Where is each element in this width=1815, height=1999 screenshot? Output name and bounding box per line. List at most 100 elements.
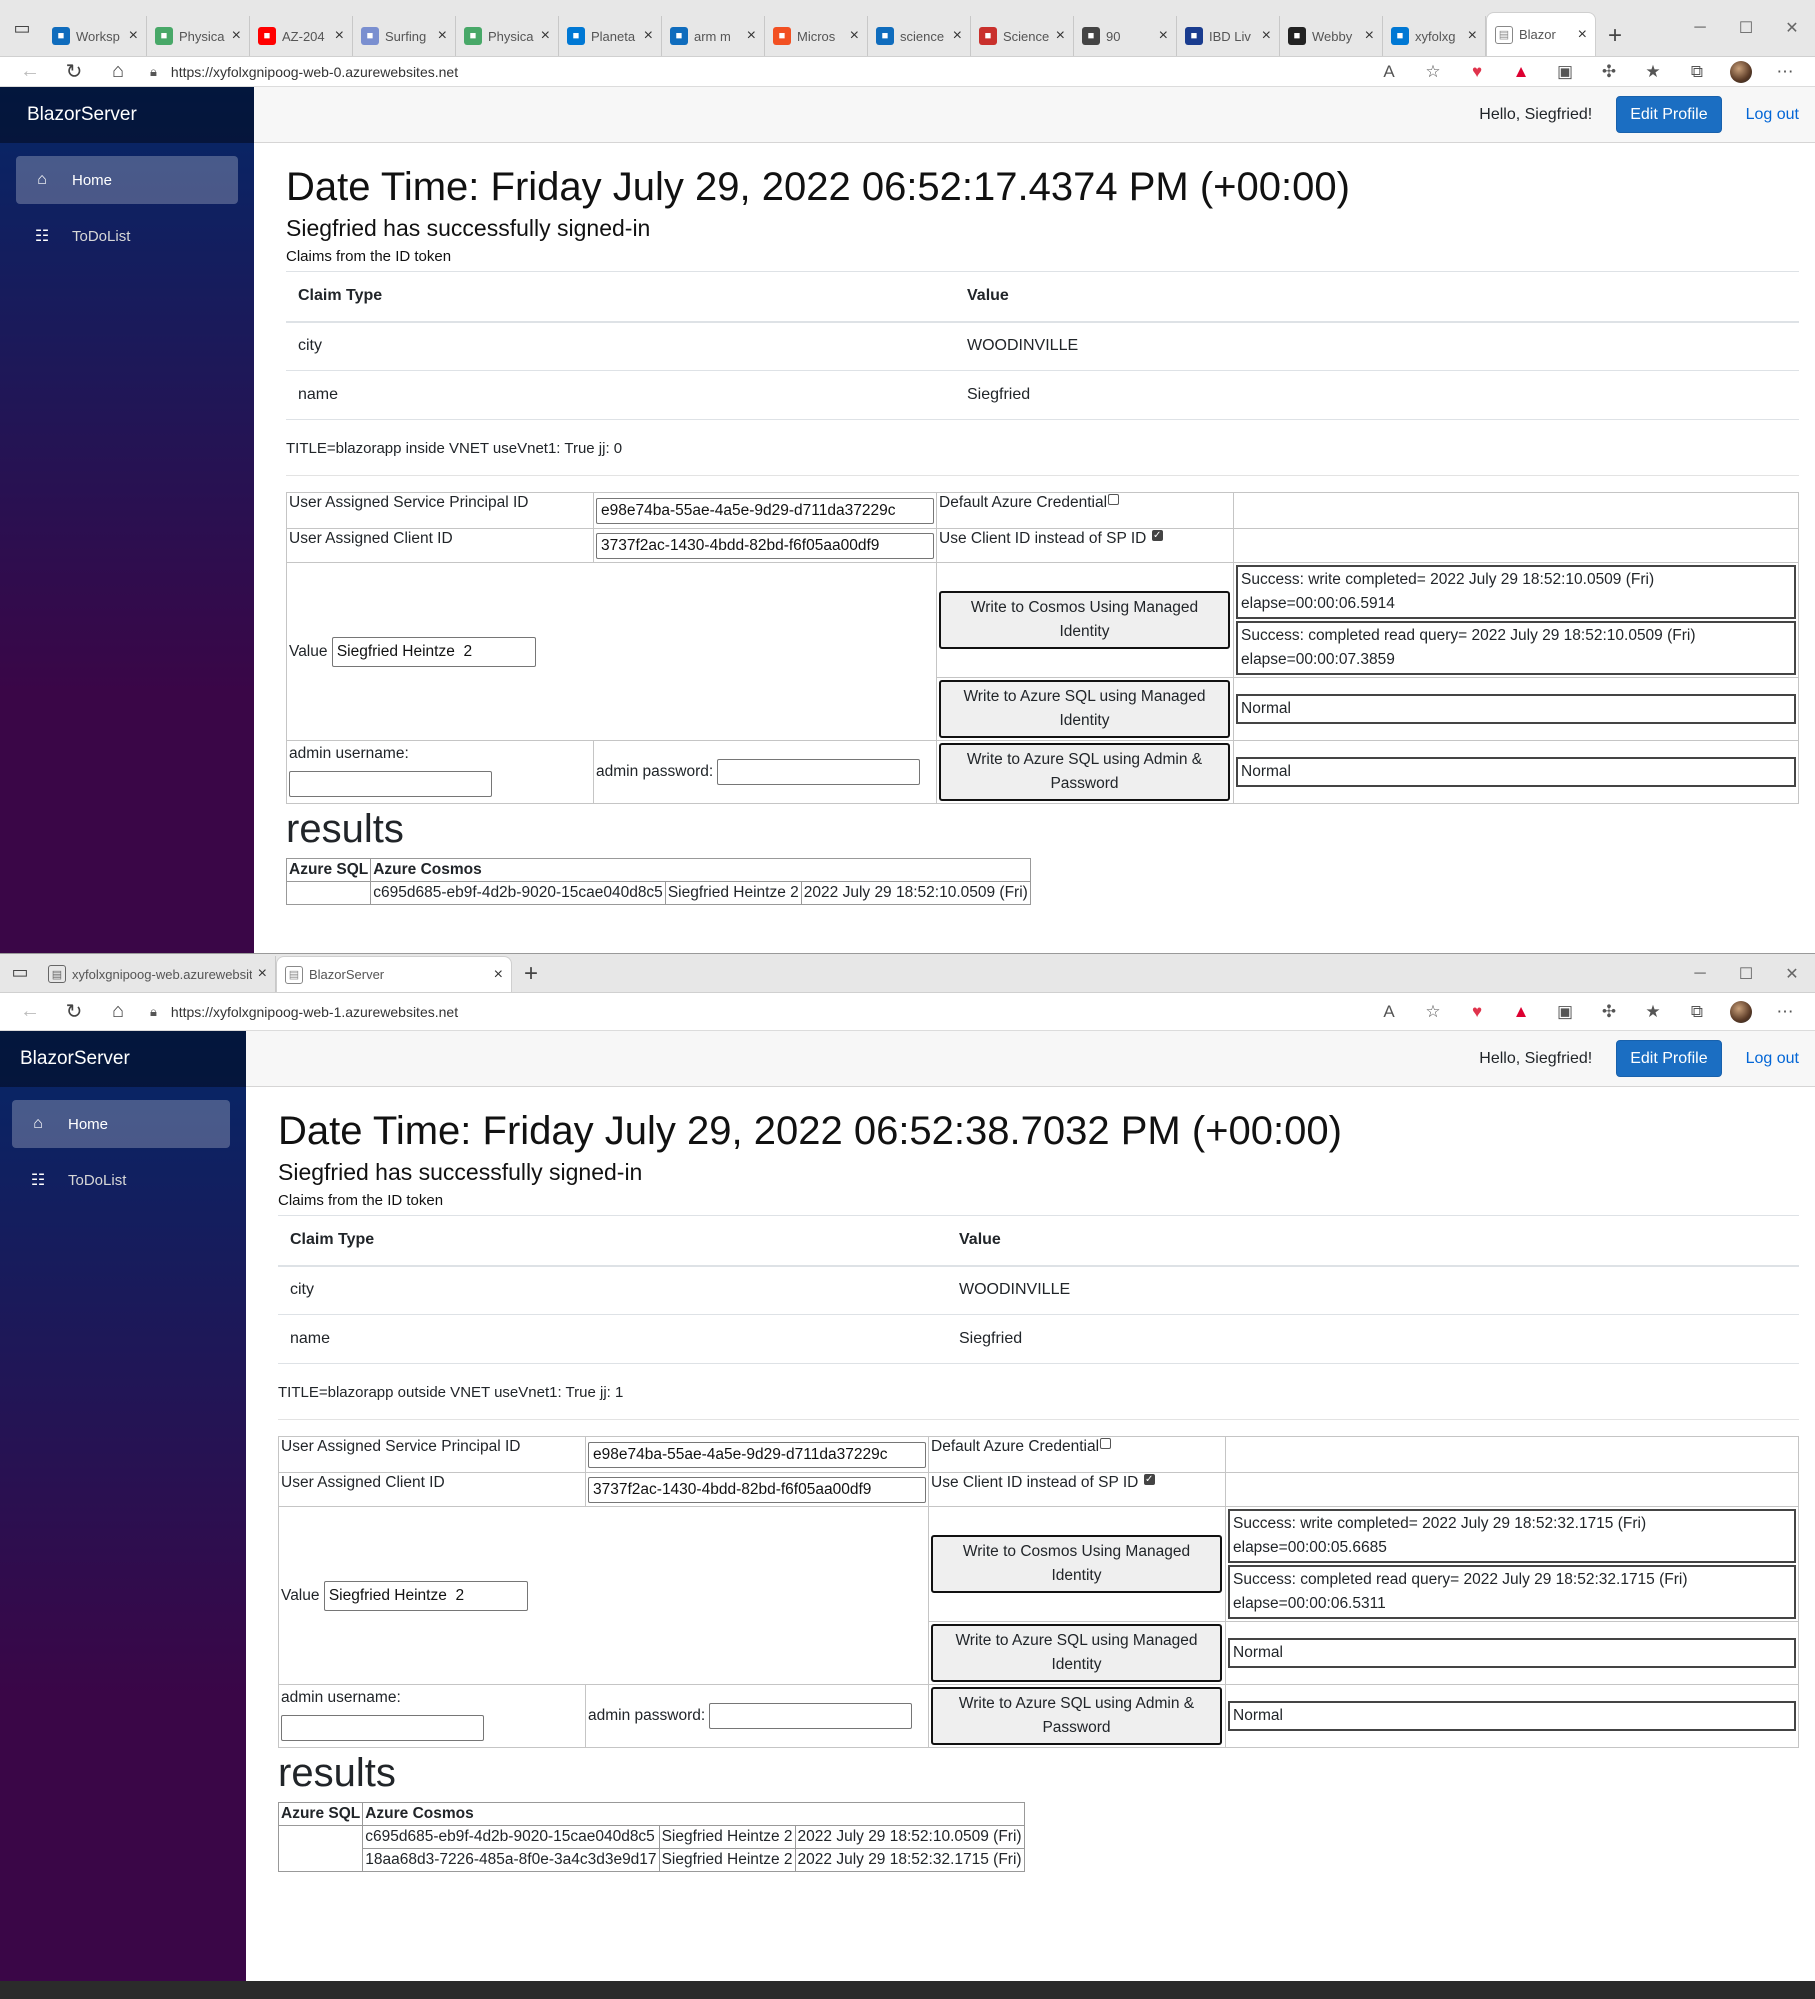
- tab-actions-icon[interactable]: ▭: [0, 954, 40, 992]
- nav-home[interactable]: ⌂ Home: [12, 1100, 230, 1148]
- extension-icon[interactable]: ▣: [1543, 62, 1587, 82]
- avatar[interactable]: [1730, 60, 1752, 83]
- refresh-icon[interactable]: ↻: [52, 59, 96, 84]
- admin-password-input[interactable]: [717, 759, 921, 785]
- favorites-icon[interactable]: ★: [1631, 62, 1675, 82]
- tab[interactable]: ■ Physica ×: [147, 16, 250, 56]
- close-window-icon[interactable]: ✕: [1769, 954, 1815, 993]
- close-tab-icon[interactable]: ×: [1365, 27, 1374, 45]
- default-credential-checkbox[interactable]: [1108, 494, 1120, 505]
- tab-actions-icon[interactable]: ▭: [0, 0, 44, 56]
- close-tab-icon[interactable]: ×: [1262, 27, 1271, 45]
- read-aloud-icon[interactable]: A: [1367, 1002, 1411, 1022]
- angular-icon[interactable]: ▲: [1499, 1002, 1543, 1022]
- close-tab-icon[interactable]: ×: [644, 27, 653, 45]
- logout-link[interactable]: Log out: [1746, 106, 1799, 124]
- close-tab-icon[interactable]: ×: [335, 27, 344, 45]
- logout-link[interactable]: Log out: [1746, 1050, 1799, 1068]
- sp-input[interactable]: [596, 497, 934, 524]
- close-tab-icon[interactable]: ×: [1468, 27, 1477, 45]
- tab[interactable]: ■ Surfing ×: [353, 16, 456, 56]
- tab[interactable]: ■ Physica ×: [456, 16, 559, 56]
- pocket-icon[interactable]: ♥: [1455, 62, 1499, 82]
- pocket-icon[interactable]: ♥: [1455, 1002, 1499, 1022]
- close-tab-icon[interactable]: ×: [850, 27, 859, 45]
- close-tab-icon[interactable]: ×: [129, 27, 138, 45]
- collections-icon[interactable]: ⧉: [1675, 62, 1719, 82]
- favorite-icon[interactable]: ☆: [1411, 1002, 1455, 1022]
- brand[interactable]: BlazorServer: [0, 87, 254, 143]
- avatar[interactable]: [1730, 1000, 1752, 1023]
- new-tab-icon[interactable]: +: [1596, 16, 1634, 56]
- back-icon[interactable]: ←: [8, 1000, 52, 1023]
- home-icon[interactable]: ⌂: [96, 1000, 140, 1023]
- maximize-icon[interactable]: ☐: [1723, 954, 1769, 993]
- favorites-icon[interactable]: ★: [1631, 1002, 1675, 1022]
- edit-profile-button[interactable]: Edit Profile: [1616, 1040, 1722, 1077]
- brand[interactable]: BlazorServer: [0, 1031, 246, 1087]
- url-field[interactable]: 🔒︎ https://xyfolxgnipoog-web-0.azurewebs…: [140, 64, 1367, 80]
- tab[interactable]: ■ Micros ×: [765, 16, 868, 56]
- value-input[interactable]: [323, 1580, 528, 1611]
- tab-active[interactable]: ▤ BlazorServer ×: [276, 956, 512, 992]
- read-aloud-icon[interactable]: A: [1367, 62, 1411, 82]
- nav-todolist[interactable]: ☷ ToDoList: [16, 212, 238, 260]
- close-tab-icon[interactable]: ×: [258, 965, 267, 983]
- close-tab-icon[interactable]: ×: [1578, 26, 1587, 44]
- tab-active[interactable]: ▤ Blazor ×: [1486, 12, 1596, 56]
- use-client-id-checkbox[interactable]: ✓: [1151, 530, 1163, 541]
- extensions-icon[interactable]: ✣: [1587, 1002, 1631, 1022]
- default-credential-checkbox[interactable]: [1100, 1438, 1112, 1449]
- tab[interactable]: ■ arm m ×: [662, 16, 765, 56]
- admin-password-input[interactable]: [709, 1703, 913, 1729]
- minimize-icon[interactable]: ─: [1677, 0, 1723, 56]
- angular-icon[interactable]: ▲: [1499, 62, 1543, 82]
- more-icon[interactable]: ⋯: [1763, 62, 1807, 82]
- close-tab-icon[interactable]: ×: [438, 27, 447, 45]
- write-sql-admin-button[interactable]: Write to Azure SQL using Admin & Passwor…: [931, 1687, 1222, 1745]
- use-client-id-checkbox[interactable]: ✓: [1143, 1474, 1155, 1485]
- refresh-icon[interactable]: ↻: [52, 999, 96, 1024]
- admin-username-input[interactable]: [289, 771, 492, 797]
- edit-profile-button[interactable]: Edit Profile: [1616, 96, 1722, 133]
- tab[interactable]: ■ Science ×: [971, 16, 1074, 56]
- nav-todolist[interactable]: ☷ ToDoList: [12, 1156, 230, 1204]
- url-field[interactable]: 🔒︎ https://xyfolxgnipoog-web-1.azurewebs…: [140, 1004, 1367, 1020]
- minimize-icon[interactable]: ─: [1677, 954, 1723, 993]
- client-id-input[interactable]: [596, 532, 934, 559]
- write-cosmos-button[interactable]: Write to Cosmos Using Managed Identity: [939, 591, 1230, 649]
- value-input[interactable]: [331, 636, 536, 667]
- tab[interactable]: ▤ xyfolxgnipoog-web.azurewebsite ×: [40, 956, 276, 992]
- client-id-input[interactable]: [588, 1476, 926, 1503]
- sp-input[interactable]: [588, 1441, 926, 1468]
- close-tab-icon[interactable]: ×: [541, 27, 550, 45]
- close-tab-icon[interactable]: ×: [494, 966, 503, 984]
- new-tab-icon[interactable]: +: [512, 956, 550, 992]
- more-icon[interactable]: ⋯: [1763, 1002, 1807, 1022]
- close-tab-icon[interactable]: ×: [953, 27, 962, 45]
- close-tab-icon[interactable]: ×: [232, 27, 241, 45]
- tab[interactable]: ■ AZ-204 ×: [250, 16, 353, 56]
- extensions-icon[interactable]: ✣: [1587, 62, 1631, 82]
- collections-icon[interactable]: ⧉: [1675, 1002, 1719, 1022]
- favorite-icon[interactable]: ☆: [1411, 62, 1455, 82]
- close-tab-icon[interactable]: ×: [1159, 27, 1168, 45]
- home-icon[interactable]: ⌂: [96, 60, 140, 83]
- tab[interactable]: ■ Webby ×: [1280, 16, 1383, 56]
- write-sql-mi-button[interactable]: Write to Azure SQL using Managed Identit…: [939, 680, 1230, 738]
- close-tab-icon[interactable]: ×: [1056, 27, 1065, 45]
- close-window-icon[interactable]: ✕: [1769, 0, 1815, 56]
- back-icon[interactable]: ←: [8, 60, 52, 83]
- extension-icon[interactable]: ▣: [1543, 1002, 1587, 1022]
- tab[interactable]: ■ IBD Liv ×: [1177, 16, 1280, 56]
- write-cosmos-button[interactable]: Write to Cosmos Using Managed Identity: [931, 1535, 1222, 1593]
- nav-home[interactable]: ⌂ Home: [16, 156, 238, 204]
- maximize-icon[interactable]: ☐: [1723, 0, 1769, 56]
- tab[interactable]: ■ xyfolxg ×: [1383, 16, 1486, 56]
- tab[interactable]: ■ Worksp ×: [44, 16, 147, 56]
- admin-username-input[interactable]: [281, 1715, 484, 1741]
- close-tab-icon[interactable]: ×: [747, 27, 756, 45]
- write-sql-mi-button[interactable]: Write to Azure SQL using Managed Identit…: [931, 1624, 1222, 1682]
- write-sql-admin-button[interactable]: Write to Azure SQL using Admin & Passwor…: [939, 743, 1230, 801]
- tab[interactable]: ■ science ×: [868, 16, 971, 56]
